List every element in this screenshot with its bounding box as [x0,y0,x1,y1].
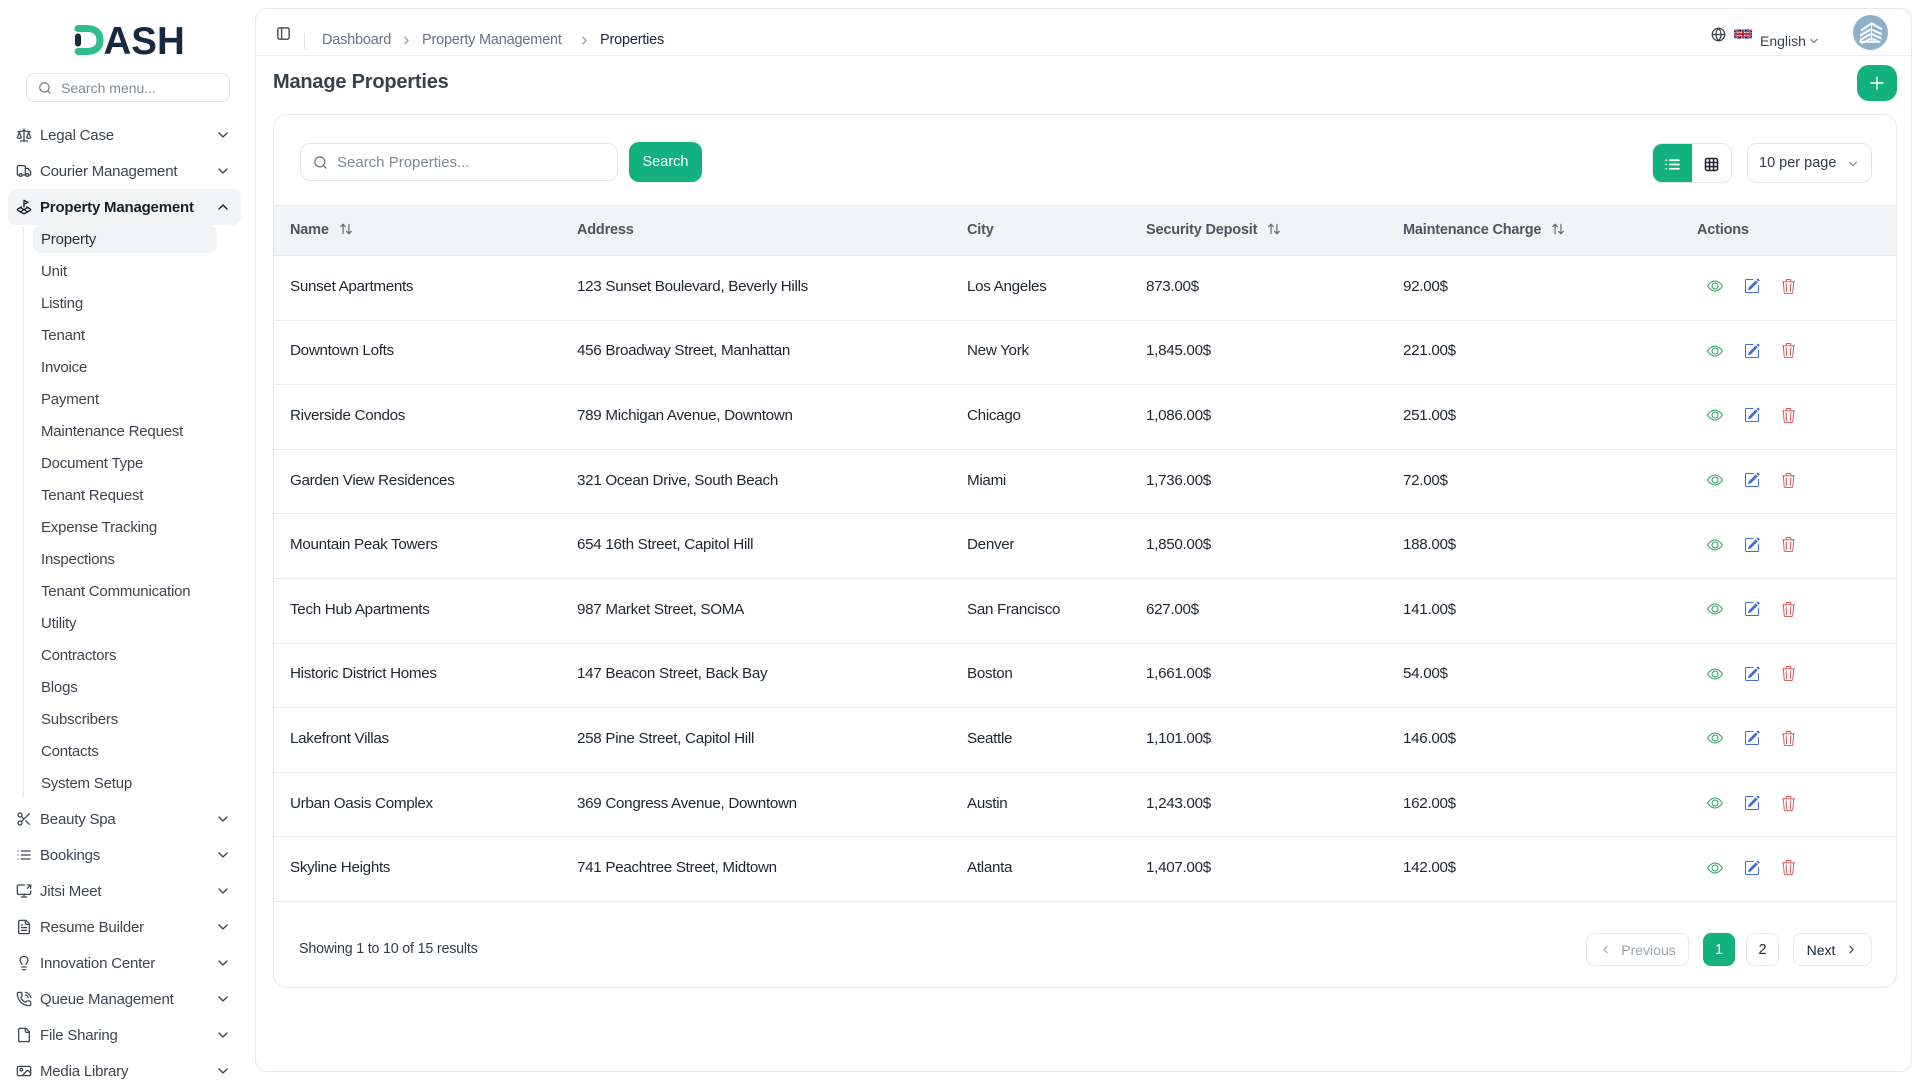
svg-text:ASH: ASH [104,22,185,58]
